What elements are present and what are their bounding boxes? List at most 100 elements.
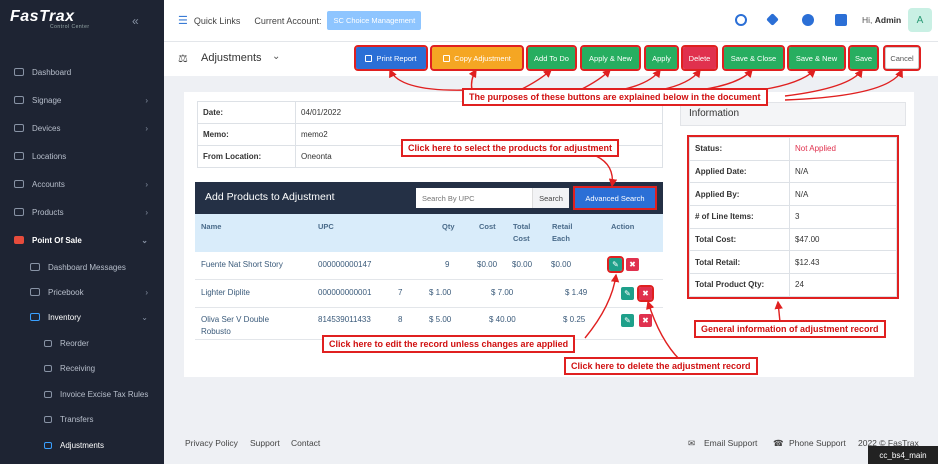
phone-support-link[interactable]: Phone Support: [789, 438, 846, 448]
sidebar-item-inventory[interactable]: Inventory ⌄: [0, 306, 164, 328]
dashboard-icon: [14, 68, 24, 76]
quick-links[interactable]: Quick Links: [194, 16, 241, 26]
reorder-icon: [44, 339, 52, 347]
chevron-right-icon: ›: [145, 287, 148, 297]
contact-link[interactable]: Contact: [291, 438, 320, 448]
gear-icon[interactable]: [802, 14, 814, 26]
apply-button[interactable]: Apply: [644, 45, 679, 71]
info-row: # of Line Items: 3: [689, 205, 897, 229]
delete-record-callout: Click here to delete the adjustment reco…: [564, 357, 758, 375]
chevron-down-icon: ⌄: [141, 312, 148, 322]
sidebar-item-accounts[interactable]: Accounts ›: [0, 173, 164, 195]
copy-icon: [443, 54, 451, 62]
sidebar-item-dashboard-messages[interactable]: Dashboard Messages: [0, 256, 164, 278]
sidebar-item-reorder[interactable]: Reorder: [0, 332, 164, 354]
users-icon: [14, 180, 24, 188]
sidebar-item-receiving[interactable]: Receiving: [0, 357, 164, 379]
sidebar-item-locations[interactable]: Locations: [0, 145, 164, 167]
printer-icon: [365, 54, 373, 62]
print-report-button[interactable]: Print Report: [354, 45, 428, 71]
email-icon: ✉: [688, 438, 696, 448]
devices-icon: [14, 124, 24, 132]
sidebar-item-transfers[interactable]: Transfers: [0, 408, 164, 430]
sidebar-item-devices[interactable]: Devices ›: [0, 117, 164, 139]
tax-icon: [44, 390, 52, 398]
sidebar-item-adjustments[interactable]: Adjustments: [0, 434, 164, 456]
sidebar-item-point-of-sale[interactable]: Point Of Sale ⌄: [0, 229, 164, 251]
chevron-down-icon[interactable]: ⌄: [272, 51, 280, 62]
copy-adjustment-button[interactable]: Copy Adjustment: [430, 45, 524, 71]
general-info-callout: General information of adjustment record: [694, 320, 886, 338]
save-and-close-button[interactable]: Save & Close: [722, 45, 785, 71]
chevron-down-icon: ⌄: [141, 235, 148, 245]
chat-icon[interactable]: [835, 14, 847, 26]
delete-row-button[interactable]: ✖: [639, 314, 652, 327]
status-value: Not Applied: [789, 137, 897, 161]
chevron-right-icon: ›: [145, 95, 148, 105]
info-row: Total Cost: $47.00: [689, 227, 897, 252]
support-link[interactable]: Support: [250, 438, 280, 448]
sidebar-item-dashboard[interactable]: Dashboard: [0, 61, 164, 83]
sidebar-item-pricebook[interactable]: Pricebook ›: [0, 281, 164, 303]
info-row: Total Product Qty: 24: [689, 273, 897, 297]
buttons-callout: The purposes of these buttons are explai…: [462, 88, 768, 106]
privacy-policy-link[interactable]: Privacy Policy: [185, 438, 238, 448]
current-account-badge[interactable]: SC Choice Management: [327, 11, 422, 30]
menu-icon[interactable]: ☰: [178, 14, 188, 27]
page-title: Adjustments: [201, 52, 262, 64]
info-row: Applied By: N/A: [689, 182, 897, 207]
scale-icon: ⚖: [178, 53, 188, 65]
avatar[interactable]: A: [908, 8, 932, 32]
products-header: Add Products to Adjustment Search Advanc…: [195, 182, 663, 214]
edit-row-button[interactable]: ✎: [607, 256, 624, 273]
save-button[interactable]: Save: [848, 45, 879, 71]
upc-search-input[interactable]: [416, 188, 532, 208]
chevron-right-icon: ›: [145, 179, 148, 189]
info-row: Total Retail: $12.43: [689, 250, 897, 275]
delete-row-button[interactable]: ✖: [626, 258, 639, 271]
title-bar: ⚖ Adjustments ⌄ Print Report Copy Adjust…: [164, 42, 938, 76]
delete-button[interactable]: Delete: [681, 45, 718, 71]
info-row: Applied Date: N/A: [689, 159, 897, 184]
location-pin-icon: [14, 152, 24, 160]
book-icon: [30, 288, 40, 296]
cart-icon: [14, 236, 24, 244]
products-table-header: Name UPC Qty Cost Total Cost Retail Each…: [195, 214, 663, 252]
cancel-button[interactable]: Cancel: [883, 45, 921, 71]
add-to-do-button[interactable]: Add To Do: [526, 45, 577, 71]
logo-subtext: Control Center: [50, 24, 90, 30]
search-button[interactable]: Search: [532, 188, 569, 208]
user-greeting[interactable]: Hi, Admin: [862, 15, 901, 25]
chevron-right-icon: ›: [145, 123, 148, 133]
phone-icon: ☎: [773, 438, 784, 448]
collapse-sidebar-icon[interactable]: «: [132, 14, 139, 28]
sidebar-item-products[interactable]: Products ›: [0, 201, 164, 223]
edit-row-button[interactable]: ✎: [621, 314, 634, 327]
current-account-label: Current Account:: [254, 15, 322, 26]
edit-row-button[interactable]: ✎: [621, 287, 634, 300]
info-row: Status: Not Applied: [689, 137, 897, 161]
email-support-link[interactable]: Email Support: [704, 438, 757, 448]
logo-text: FasTrax: [10, 8, 75, 25]
app-logo[interactable]: FasTrax Control Center: [10, 8, 90, 30]
sitemap-icon[interactable]: [766, 13, 779, 26]
box-icon: [14, 208, 24, 216]
sidebar: FasTrax Control Center « Dashboard Signag…: [0, 0, 164, 464]
sidebar-item-signage[interactable]: Signage ›: [0, 89, 164, 111]
record-details-table: Date: 04/01/2022 Memo: memo2 From Location…: [197, 101, 663, 168]
delete-row-button[interactable]: ✖: [637, 285, 654, 302]
save-and-new-button[interactable]: Save & New: [787, 45, 846, 71]
advanced-search-button[interactable]: Advanced Search: [573, 186, 657, 210]
table-row: Lighter Diplite 000000000001 7 $ 1.00 $ …: [195, 280, 663, 308]
footer: Privacy Policy Support Contact ✉ Email S…: [164, 430, 938, 456]
apply-and-new-button[interactable]: Apply & New: [580, 45, 641, 71]
message-icon: [30, 263, 40, 271]
inventory-icon: [30, 313, 40, 321]
transfer-icon: [44, 415, 52, 423]
table-row: Fuente Nat Short Story 000000000147 9 $0…: [195, 252, 663, 280]
build-stamp: cc_bs4_main: [868, 446, 938, 464]
monitor-icon: [14, 96, 24, 104]
edit-record-callout: Click here to edit the record unless cha…: [322, 335, 576, 353]
circle-icon[interactable]: [735, 14, 747, 26]
sidebar-item-invoice-excise-tax-rules[interactable]: Invoice Excise Tax Rules: [0, 383, 164, 405]
